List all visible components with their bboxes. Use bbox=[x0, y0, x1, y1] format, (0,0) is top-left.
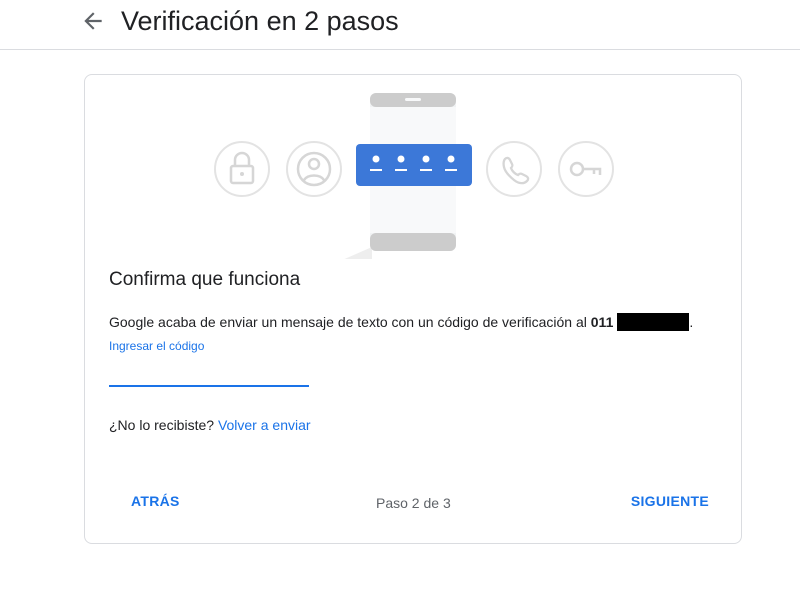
phone-icon bbox=[486, 141, 542, 197]
key-icon bbox=[558, 141, 614, 197]
back-button[interactable]: ATRÁS bbox=[131, 493, 180, 509]
resend-link[interactable]: Volver a enviar bbox=[218, 417, 311, 433]
section-title: Confirma que funciona bbox=[109, 269, 301, 290]
lock-icon bbox=[214, 141, 270, 197]
page-title: Verificación en 2 pasos bbox=[121, 6, 399, 36]
password-dots-icon bbox=[356, 144, 472, 186]
message-text: Google acaba de enviar un mensaje de tex… bbox=[109, 314, 587, 330]
resend-row: ¿No lo recibiste? Volver a enviar bbox=[109, 417, 311, 433]
sms-sent-message: Google acaba de enviar un mensaje de tex… bbox=[109, 313, 694, 331]
code-input-label: Ingresar el código bbox=[109, 339, 205, 353]
app-header: Verificación en 2 pasos bbox=[0, 0, 800, 50]
verification-illustration bbox=[214, 93, 614, 259]
redacted-phone-number bbox=[617, 313, 690, 331]
arrow-back-icon[interactable] bbox=[80, 8, 106, 34]
verification-code-input[interactable] bbox=[109, 359, 309, 387]
account-circle-icon bbox=[286, 141, 342, 197]
resend-prompt: ¿No lo recibiste? bbox=[109, 417, 215, 433]
step-indicator: Paso 2 de 3 bbox=[376, 495, 451, 511]
next-button[interactable]: SIGUIENTE bbox=[631, 493, 709, 509]
phone-number-prefix: 011 bbox=[590, 314, 614, 330]
verification-card: Confirma que funciona Google acaba de en… bbox=[84, 74, 742, 544]
